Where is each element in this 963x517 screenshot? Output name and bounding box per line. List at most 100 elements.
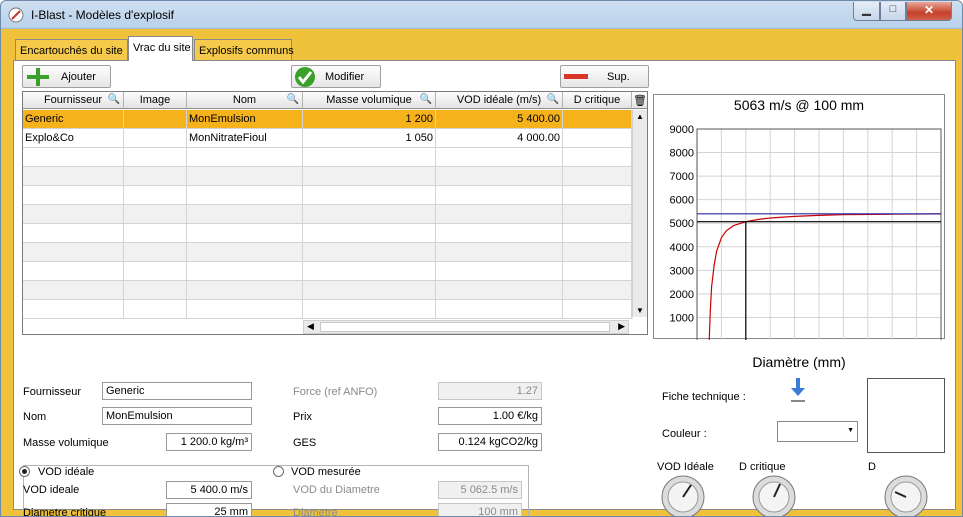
search-icon[interactable]: 🔍 bbox=[287, 94, 299, 105]
maximize-button[interactable]: □ bbox=[880, 2, 906, 21]
force-field: 1.27 bbox=[438, 382, 542, 400]
vod-ideale-radio-label[interactable]: VOD idéale bbox=[38, 466, 94, 478]
vertical-scrollbar[interactable]: ▲ ▼ bbox=[632, 110, 647, 317]
close-button[interactable]: ✕ bbox=[906, 2, 952, 21]
scroll-thumb[interactable] bbox=[320, 322, 610, 332]
table-row[interactable]: Generic MonEmulsion 1 200 5 400.00 bbox=[23, 110, 633, 129]
prix-field[interactable]: 1.00 €/kg bbox=[438, 407, 542, 425]
cell-vod: 5 400.00 bbox=[436, 110, 563, 128]
scroll-right-icon[interactable]: ▶ bbox=[618, 321, 625, 332]
vod-ideale-radio[interactable] bbox=[19, 466, 30, 477]
window-title: I-Blast - Modèles d'explosif bbox=[31, 8, 175, 22]
table-row[interactable] bbox=[23, 281, 633, 300]
table-cell bbox=[187, 281, 303, 299]
table-cell bbox=[23, 148, 124, 166]
column-chooser-button[interactable]: 🗑 bbox=[632, 92, 647, 109]
table-cell bbox=[23, 300, 124, 318]
table-row[interactable] bbox=[23, 243, 633, 262]
y-tick-label: 5000 bbox=[670, 218, 694, 230]
title-bar[interactable]: I-Blast - Modèles d'explosif ▁ □ ✕ bbox=[1, 1, 962, 29]
fournisseur-field[interactable]: Generic bbox=[102, 382, 252, 400]
table-row[interactable]: Explo&Co MonNitrateFioul 1 050 4 000.00 bbox=[23, 129, 633, 148]
dcritique-knob[interactable] bbox=[751, 474, 797, 517]
scroll-left-icon[interactable]: ◀ bbox=[307, 321, 314, 332]
y-tick-label: 4000 bbox=[670, 242, 694, 254]
column-header-vod[interactable]: VOD idéale (m/s) 🔍 bbox=[436, 92, 563, 109]
tab-vrac[interactable]: Vrac du site bbox=[128, 36, 193, 61]
table-cell bbox=[187, 300, 303, 318]
table-cell bbox=[303, 205, 436, 223]
minimize-button[interactable]: ▁ bbox=[853, 2, 880, 21]
table-row[interactable] bbox=[23, 148, 633, 167]
download-icon[interactable] bbox=[789, 378, 807, 404]
header-label: Image bbox=[139, 94, 171, 106]
delete-label: Sup. bbox=[607, 71, 630, 83]
ges-field[interactable]: 0.124 kgCO2/kg bbox=[438, 433, 542, 451]
table-cell bbox=[124, 186, 187, 204]
table-cell bbox=[303, 148, 436, 166]
search-icon[interactable]: 🔍 bbox=[420, 94, 432, 105]
scroll-up-icon[interactable]: ▲ bbox=[636, 112, 644, 121]
y-tick-label: 9000 bbox=[670, 124, 694, 136]
vod-mesuree-radio[interactable] bbox=[273, 466, 284, 477]
modify-button[interactable]: Modifier bbox=[291, 65, 381, 88]
check-icon bbox=[295, 67, 315, 87]
table-cell bbox=[563, 224, 632, 242]
table-cell bbox=[563, 300, 632, 318]
vod-chart: 5063 m/s @ 100 mm 1000 2000 3000 4000 5000 60… bbox=[653, 94, 945, 370]
explosives-table: Fournisseur 🔍 Image Nom 🔍 Masse volumique 🔍… bbox=[22, 91, 648, 335]
search-icon[interactable]: 🔍 bbox=[108, 94, 120, 105]
vod-ideale-field[interactable]: 5 400.0 m/s bbox=[166, 481, 252, 499]
d-knob[interactable] bbox=[883, 474, 929, 517]
table-cell bbox=[187, 167, 303, 185]
delete-button[interactable]: Sup. bbox=[560, 65, 649, 88]
masse-field[interactable]: 1 200.0 kg/m³ bbox=[166, 433, 252, 451]
tab-explosifs-communs[interactable]: Explosifs communs bbox=[194, 39, 294, 60]
vod-mesuree-radio-label[interactable]: VOD mesurée bbox=[291, 466, 361, 478]
table-row[interactable] bbox=[23, 186, 633, 205]
force-label: Force (ref ANFO) bbox=[293, 386, 378, 398]
table-cell bbox=[124, 281, 187, 299]
table-cell bbox=[436, 167, 563, 185]
table-row[interactable] bbox=[23, 300, 633, 319]
knob-d-label: D bbox=[868, 461, 876, 473]
table-cell bbox=[124, 205, 187, 223]
maximize-icon: □ bbox=[889, 3, 897, 15]
vod-knob[interactable] bbox=[660, 474, 706, 517]
table-cell bbox=[124, 300, 187, 318]
column-header-masse[interactable]: Masse volumique 🔍 bbox=[303, 92, 436, 109]
couleur-select[interactable]: ▼ bbox=[777, 421, 858, 442]
table-row[interactable] bbox=[23, 205, 633, 224]
add-label: Ajouter bbox=[61, 71, 96, 83]
table-row[interactable] bbox=[23, 167, 633, 186]
table-cell bbox=[124, 243, 187, 261]
chart-xlabel: Diamètre (mm) bbox=[752, 354, 846, 370]
tab-encartouches[interactable]: Encartouchés du site bbox=[15, 39, 128, 60]
cell-nom: MonEmulsion bbox=[187, 110, 303, 128]
diametre-critique-field[interactable]: 25 mm bbox=[166, 503, 252, 516]
cell-masse: 1 050 bbox=[303, 129, 436, 147]
vod-du-diametre-label: VOD du Diametre bbox=[293, 484, 380, 496]
masse-label: Masse volumique bbox=[23, 437, 109, 449]
header-label: VOD idéale (m/s) bbox=[456, 94, 542, 106]
table-row[interactable] bbox=[23, 262, 633, 281]
window-body: Encartouchés du site Vrac du site Explos… bbox=[7, 31, 958, 516]
image-preview[interactable] bbox=[867, 378, 945, 453]
column-header-fournisseur[interactable]: Fournisseur 🔍 bbox=[23, 92, 124, 109]
table-cell bbox=[303, 186, 436, 204]
table-cell bbox=[124, 262, 187, 280]
column-header-image[interactable]: Image bbox=[124, 92, 187, 109]
header-label: D critique bbox=[573, 94, 621, 106]
scroll-down-icon[interactable]: ▼ bbox=[636, 306, 644, 315]
horizontal-scrollbar[interactable]: ◀ ▶ bbox=[303, 320, 629, 334]
table-row[interactable] bbox=[23, 224, 633, 243]
table-cell bbox=[124, 224, 187, 242]
diametre-critique-label: Diametre critique bbox=[23, 507, 107, 517]
column-header-nom[interactable]: Nom 🔍 bbox=[187, 92, 303, 109]
column-header-dcritique[interactable]: D critique bbox=[563, 92, 632, 109]
y-tick-label: 2000 bbox=[670, 289, 694, 301]
search-icon[interactable]: 🔍 bbox=[547, 94, 559, 105]
add-button[interactable]: Ajouter bbox=[22, 65, 111, 88]
nom-field[interactable]: MonEmulsion bbox=[102, 407, 252, 425]
table-cell bbox=[436, 281, 563, 299]
